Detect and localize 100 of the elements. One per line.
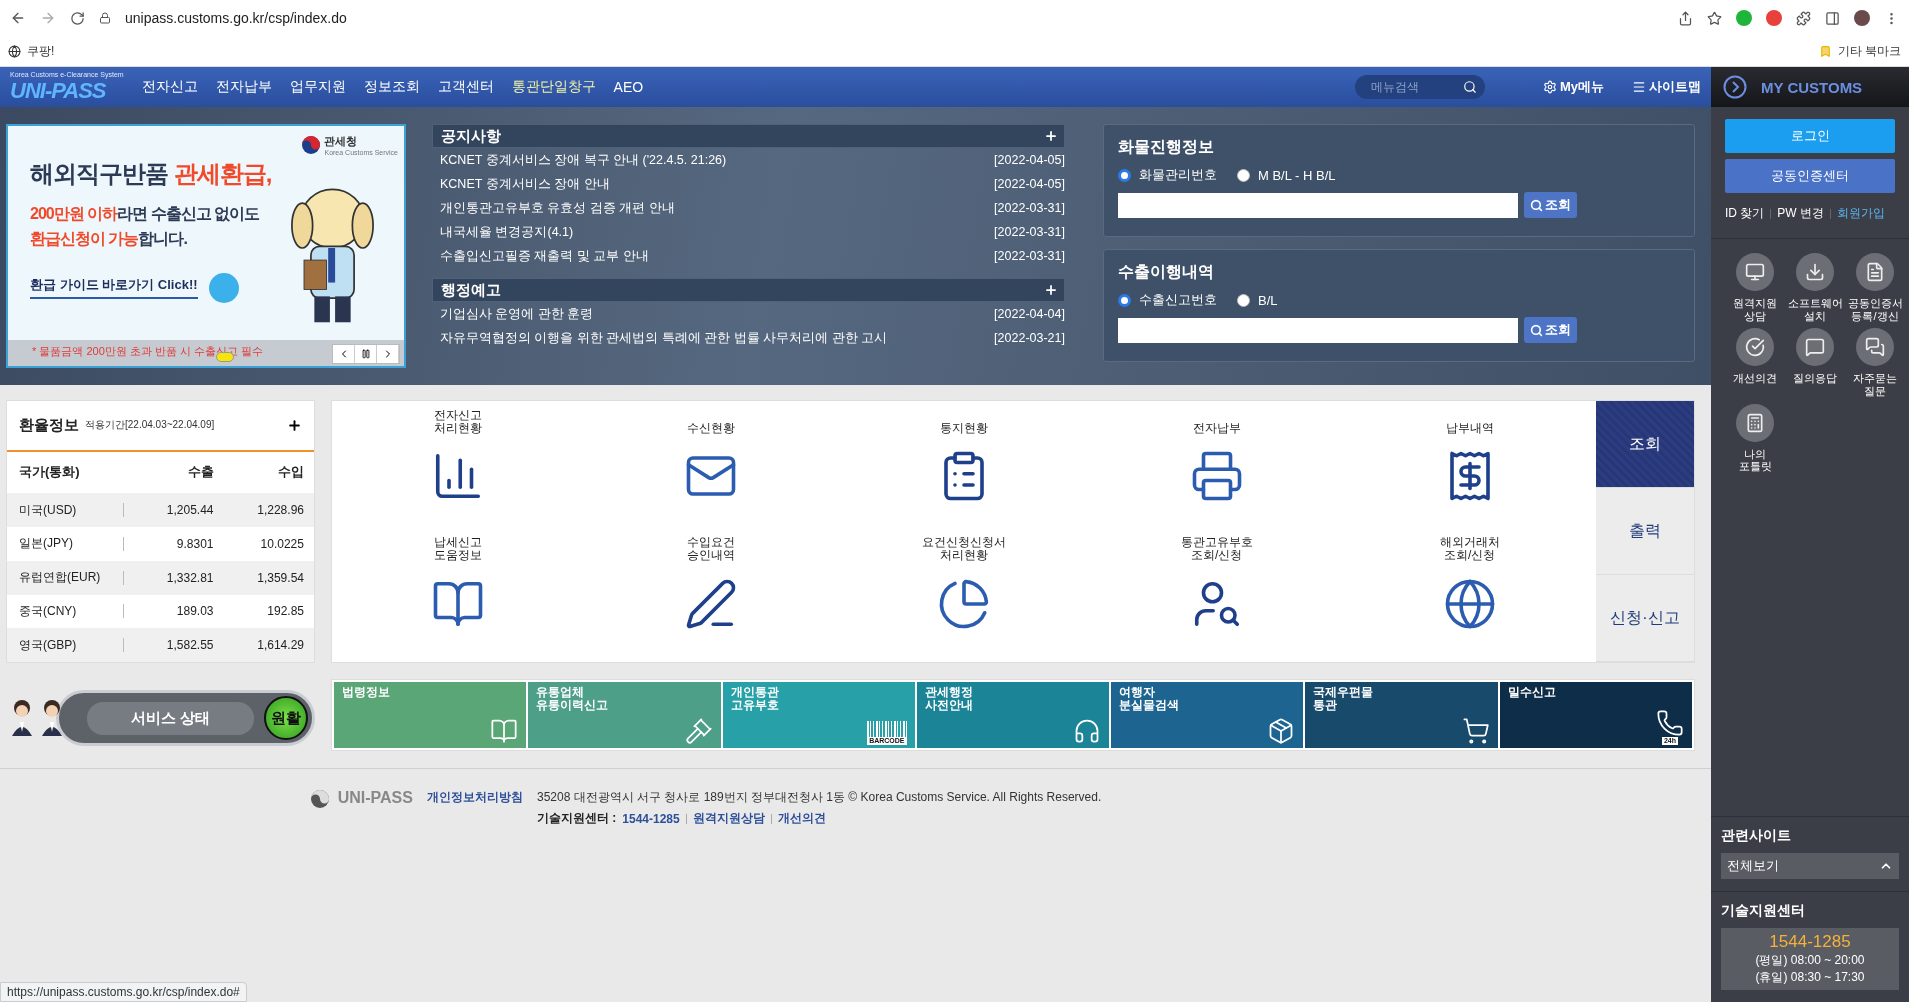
- chat-bubbles-icon: [1865, 337, 1885, 358]
- gear-icon: [1542, 80, 1557, 94]
- shortcut-tile[interactable]: 국제우편물 통관: [1305, 682, 1498, 748]
- nav-item[interactable]: 전자신고: [141, 78, 198, 96]
- nav-item[interactable]: 업무지원: [289, 78, 346, 96]
- service-link[interactable]: 전자납부: [1090, 407, 1344, 535]
- related-sites-select[interactable]: 전체보기: [1721, 853, 1899, 879]
- menu-search-field[interactable]: 메뉴검색: [1354, 75, 1485, 99]
- more-icon[interactable]: [287, 417, 302, 433]
- reload-icon[interactable]: [70, 10, 85, 26]
- address-text: 35208 대전광역시 서구 청사로 189번지 정부대전청사 1동 © Korea Customs Service. All Rights Reserved.: [536, 789, 1102, 806]
- table-cell-text: 192.85: [266, 604, 304, 619]
- chevron-circle-icon[interactable]: [1723, 75, 1747, 99]
- service-link[interactable]: 수신현황: [584, 407, 838, 535]
- tool-link[interactable]: 소프트웨어 설치: [1785, 253, 1845, 323]
- service-link[interactable]: 납세신고 도움정보: [332, 534, 585, 662]
- search-icon[interactable]: [1462, 80, 1477, 94]
- search-input[interactable]: [1118, 192, 1518, 218]
- notice-date: [2022-03-31]: [994, 201, 1065, 215]
- nav-item[interactable]: 통관단일창구: [511, 78, 596, 96]
- service-link[interactable]: 전자신고 처리현황: [332, 407, 585, 535]
- radio-button[interactable]: [1237, 293, 1250, 307]
- status-indicator: 원활: [264, 696, 308, 740]
- avatar[interactable]: [1854, 10, 1870, 26]
- service-link[interactable]: 수입요건 승인내역: [584, 534, 838, 662]
- radio-button[interactable]: [1237, 168, 1250, 182]
- phone-link[interactable]: 1544-1285: [622, 811, 680, 826]
- more-icon[interactable]: [1044, 283, 1058, 297]
- search-input[interactable]: 메뉴검색: [1368, 79, 1449, 95]
- account-link[interactable]: ID 찾기: [1725, 205, 1765, 222]
- notice-link[interactable]: 기업심사 운영에 관한 훈령: [440, 305, 594, 323]
- footer-link[interactable]: 원격지원상담: [692, 810, 765, 827]
- radio-label[interactable]: 수출신고번호: [1139, 291, 1217, 309]
- tool-link[interactable]: 질의응답: [1785, 328, 1845, 398]
- extensions-icon[interactable]: [1796, 10, 1811, 26]
- share-icon[interactable]: [1678, 10, 1693, 26]
- nav-item[interactable]: AEO: [613, 79, 644, 95]
- notice-link[interactable]: 수출입신고필증 재출력 및 교부 안내: [440, 247, 649, 265]
- notice-link[interactable]: KCNET 중계서비스 장애 복구 안내 ('22.4.5. 21:26): [440, 151, 727, 169]
- back-icon[interactable]: [10, 10, 26, 26]
- support-label: 기술지원센터 :: [536, 810, 617, 827]
- account-link[interactable]: 회원가입: [1837, 205, 1885, 222]
- table-cell-text: 10.0225: [259, 536, 304, 551]
- extension-icon[interactable]: [1766, 10, 1782, 26]
- support-phone: 1544-1285: [1769, 932, 1851, 952]
- nav-item[interactable]: 전자납부: [215, 78, 272, 96]
- radio-label[interactable]: B/L: [1258, 292, 1278, 308]
- table-cell: 1,205.44: [123, 503, 214, 518]
- footer-link[interactable]: 개선의견: [777, 810, 826, 827]
- service-link[interactable]: 납부내역: [1343, 407, 1596, 535]
- notice-link[interactable]: 내국세율 변경공지(4.1): [440, 223, 574, 241]
- radio-label[interactable]: M B/L - H B/L: [1258, 167, 1336, 183]
- column-header: 국가(통화): [19, 463, 81, 482]
- table-cell: 1,582.55: [123, 638, 214, 653]
- tool-link[interactable]: 공동인증서 등록/갱신: [1845, 253, 1905, 323]
- more-icon[interactable]: [1044, 129, 1058, 143]
- search-button[interactable]: 조회: [1524, 317, 1577, 343]
- tool-link[interactable]: 자주묻는 질문: [1845, 328, 1905, 398]
- extension-icon[interactable]: [1736, 10, 1752, 26]
- table-cell-text: 일본(JPY): [19, 535, 74, 553]
- tool-link[interactable]: 나의 포틀릿: [1725, 403, 1785, 473]
- panel-title: 수출이행내역: [1118, 262, 1215, 282]
- account-link[interactable]: PW 변경: [1777, 205, 1824, 222]
- notice-link[interactable]: KCNET 중계서비스 장애 안내: [440, 175, 610, 193]
- bookmark-star-icon[interactable]: [1707, 10, 1722, 26]
- notice-date: [2022-04-04]: [994, 307, 1065, 321]
- radio-button[interactable]: [1118, 293, 1131, 307]
- service-link[interactable]: 해외거래처 조회/신청: [1343, 534, 1596, 662]
- nav-item[interactable]: 정보조회: [363, 78, 420, 96]
- tool-link[interactable]: 개선의견: [1725, 328, 1785, 398]
- address-bar[interactable]: unipass.customs.go.kr/csp/index.do: [125, 10, 1664, 26]
- service-link[interactable]: 요건신청신청서 처리현황: [837, 534, 1091, 662]
- search-button[interactable]: 조회: [1524, 192, 1577, 218]
- radio-label[interactable]: 화물관리번호: [1139, 166, 1217, 184]
- service-link[interactable]: 통관고유부호 조회/신청: [1090, 534, 1344, 662]
- table-cell-text: 1,359.54: [256, 570, 304, 585]
- notice-link[interactable]: 자유무역협정의 이행을 위한 관세법의 특례에 관한 법률 사무처리에 관한 고시: [440, 329, 888, 347]
- status-label: 서비스 상태: [87, 701, 254, 735]
- sitemap-link[interactable]: 사이트맵: [1632, 78, 1701, 96]
- banner-text: 환급신청이 가능합니다.: [30, 229, 187, 249]
- tool-link[interactable]: 원격지원 상담: [1725, 253, 1785, 323]
- service-link[interactable]: 통지현황: [837, 407, 1091, 535]
- shortcut-tile[interactable]: 관세행정 사전안내: [916, 682, 1110, 748]
- side-panel-icon[interactable]: [1825, 10, 1840, 26]
- service-tab[interactable]: 신청·신고: [1596, 575, 1694, 662]
- nav-item[interactable]: 고객센터: [437, 78, 494, 96]
- shortcut-tile[interactable]: 여행자 분실물검색: [1111, 682, 1304, 748]
- bookmark-link[interactable]: 쿠팡!: [27, 42, 1813, 60]
- certificate-center-button[interactable]: 공동인증센터: [1725, 159, 1895, 193]
- bookmark-folder[interactable]: 기타 북마크: [1837, 42, 1901, 60]
- service-tab[interactable]: 출력: [1596, 488, 1694, 575]
- privacy-link[interactable]: 개인정보처리방침: [426, 789, 523, 1002]
- notice-date: [2022-04-05]: [994, 177, 1065, 191]
- my-menu-link[interactable]: My메뉴: [1542, 78, 1604, 96]
- guide-link[interactable]: 환급 가이드 바로가기 Click!!: [30, 276, 198, 299]
- radio-button[interactable]: [1118, 168, 1131, 182]
- search-input[interactable]: [1118, 317, 1518, 343]
- notice-link[interactable]: 개인통관고유부호 유효성 검증 개편 안내: [440, 199, 675, 217]
- service-tab[interactable]: 조회: [1596, 401, 1694, 488]
- panel-title: MY CUSTOMS: [1761, 78, 1863, 96]
